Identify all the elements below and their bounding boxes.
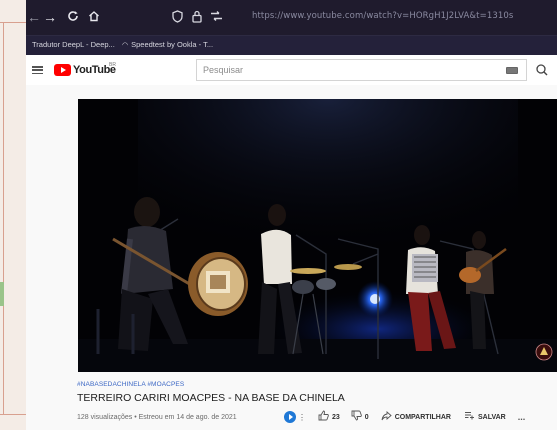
- strip-green-tab: [0, 282, 4, 306]
- country-code: BR: [109, 62, 116, 68]
- speedtest-icon: ◠: [122, 42, 129, 49]
- back-icon[interactable]: ←: [26, 9, 42, 25]
- like-count: 23: [332, 413, 340, 421]
- video-meta: 128 visualizações • Estreou em 14 de ago…: [77, 414, 237, 421]
- forward-icon[interactable]: →: [42, 9, 58, 25]
- browser-window: ← → https://www.youtube.com/watch?v=HORg…: [26, 0, 557, 430]
- playlist-add-icon: [464, 411, 475, 423]
- bookmark-speedtest-label: Speedtest by Ookla - T...: [131, 40, 214, 49]
- video-actions: ⋮ 23 0 COMPARTILHAR SALVAR ...: [284, 410, 525, 424]
- like-button[interactable]: 23: [318, 410, 340, 424]
- search-box: [196, 59, 527, 81]
- bookmarks-bar: Tradutor DeepL - Deep... ◠ Speedtest by O…: [26, 35, 557, 55]
- share-button[interactable]: COMPARTILHAR: [381, 410, 451, 424]
- premiere-badge[interactable]: ⋮: [284, 411, 306, 423]
- thumbs-up-icon: [318, 410, 329, 424]
- youtube-header: YouTube BR: [26, 55, 557, 85]
- youtube-play-icon: [54, 64, 71, 76]
- save-label: SALVAR: [477, 413, 506, 421]
- dislike-count: 0: [364, 413, 369, 421]
- more-actions-button[interactable]: ...: [518, 412, 526, 422]
- search-icon: [536, 64, 548, 76]
- shield-icon[interactable]: [172, 10, 183, 26]
- share-icon: [381, 410, 392, 424]
- address-bar: ← → https://www.youtube.com/watch?v=HORg…: [26, 0, 557, 35]
- premiere-more-icon: ⋮: [298, 412, 306, 422]
- zabumba-drum: [188, 252, 248, 316]
- video-frame: [78, 99, 557, 372]
- channel-watermark: [535, 343, 553, 361]
- keyboard-icon[interactable]: [506, 67, 518, 74]
- lock-icon[interactable]: [192, 10, 202, 26]
- search-input[interactable]: [197, 60, 487, 80]
- share-label: COMPARTILHAR: [394, 413, 451, 421]
- premiere-icon: [284, 411, 296, 423]
- permissions-icon[interactable]: [210, 10, 223, 25]
- strip-bottom-line: [0, 414, 26, 415]
- video-player[interactable]: [78, 99, 557, 372]
- dislike-button[interactable]: 0: [351, 410, 369, 424]
- video-title: TERREIRO CARIRI MOACPES - NA BASE DA CHI…: [77, 392, 345, 404]
- background-notebook-strip: [0, 0, 26, 430]
- reload-icon[interactable]: [65, 9, 81, 25]
- url-text[interactable]: https://www.youtube.com/watch?v=HORgH1J2…: [252, 11, 513, 21]
- thumbs-down-icon: [351, 410, 362, 424]
- search-button[interactable]: [527, 59, 557, 81]
- save-button[interactable]: SALVAR: [464, 411, 506, 423]
- video-hashtags[interactable]: #NABASEDACHINELA #MOACPES: [77, 381, 184, 388]
- bookmark-speedtest[interactable]: ◠ Speedtest by Ookla - T...: [122, 40, 213, 49]
- home-icon[interactable]: [86, 9, 102, 25]
- menu-icon[interactable]: [32, 66, 43, 75]
- bookmark-deepl[interactable]: Tradutor DeepL - Deep...: [32, 40, 115, 49]
- strip-margin-line: [3, 22, 4, 414]
- more-icon: ...: [517, 412, 526, 422]
- youtube-logo[interactable]: YouTube: [54, 64, 116, 76]
